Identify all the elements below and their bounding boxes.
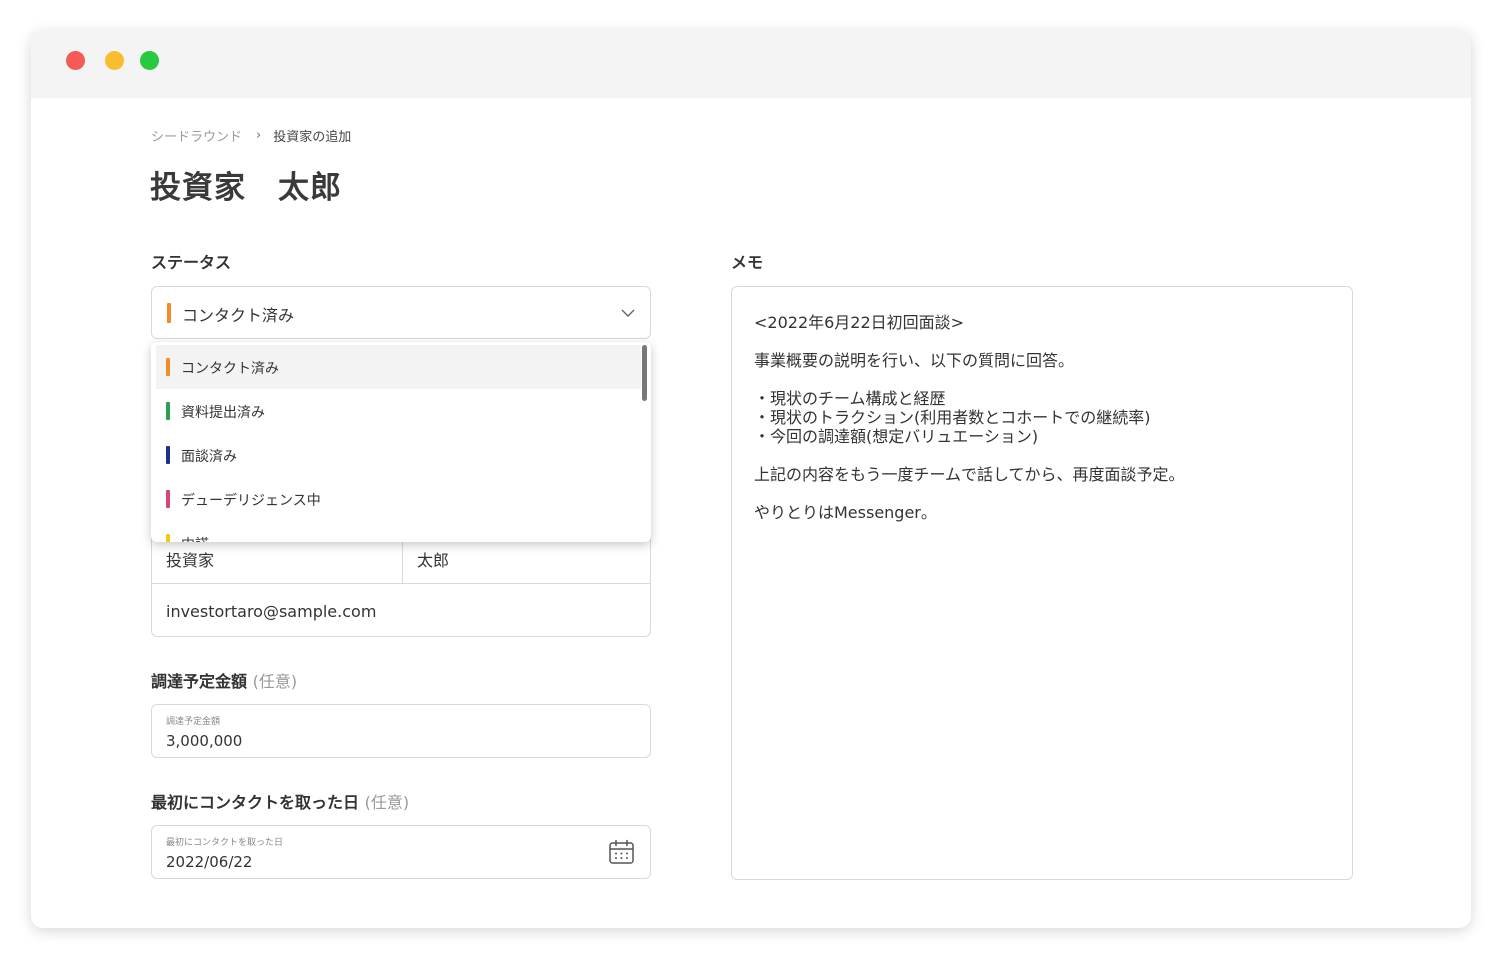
- first-contact-date-value: 2022/06/22: [166, 853, 253, 871]
- status-option-color: [166, 490, 170, 508]
- status-dropdown-menu: コンタクト済み 資料提出済み 面談済み デューデリジェンス中 内諾: [151, 342, 651, 542]
- status-option-due-diligence[interactable]: デューデリジェンス中: [151, 477, 641, 521]
- breadcrumb-current: 投資家の追加: [273, 130, 352, 145]
- amount-label-text: 調達予定金額: [151, 672, 248, 691]
- close-window-button[interactable]: [66, 51, 85, 70]
- row-divider: [152, 583, 650, 584]
- minimize-window-button[interactable]: [105, 51, 124, 70]
- status-label: ステータス: [151, 253, 232, 272]
- maximize-window-button[interactable]: [140, 51, 159, 70]
- breadcrumb: シードラウンド › 投資家の追加: [151, 126, 351, 145]
- status-option-contacted[interactable]: コンタクト済み: [156, 345, 641, 389]
- memo-textarea[interactable]: <2022年6月22日初回面談> 事業概要の説明を行い、以下の質問に回答。 ・現…: [731, 286, 1353, 880]
- amount-value: 3,000,000: [166, 732, 243, 750]
- status-select[interactable]: コンタクト済み: [151, 286, 651, 339]
- status-selected-value: コンタクト済み: [182, 306, 295, 325]
- first-contact-optional-tag: (任意): [364, 793, 410, 812]
- status-option-informal-consent[interactable]: 内諾: [151, 521, 641, 542]
- status-option-color: [166, 446, 170, 464]
- status-option-color: [166, 534, 170, 542]
- first-contact-label: 最初にコンタクトを取った日 (任意): [151, 789, 409, 813]
- status-option-interviewed[interactable]: 面談済み: [151, 433, 641, 477]
- first-contact-float-label: 最初にコンタクトを取った日: [166, 838, 284, 848]
- calendar-icon[interactable]: [608, 839, 635, 866]
- status-option-label: コンタクト済み: [181, 361, 279, 377]
- memo-line: 事業概要の説明を行い、以下の質問に回答。: [754, 351, 1075, 370]
- first-contact-date-input[interactable]: 最初にコンタクトを取った日 2022/06/22: [151, 825, 651, 879]
- memo-line: <2022年6月22日初回面談>: [754, 313, 965, 332]
- status-option-color: [166, 402, 170, 420]
- memo-label: メモ: [731, 253, 764, 272]
- dropdown-scrollbar[interactable]: [642, 345, 647, 401]
- amount-label: 調達予定金額 (任意): [151, 668, 297, 692]
- status-option-label: 内諾: [181, 534, 209, 542]
- amount-optional-tag: (任意): [252, 672, 298, 691]
- status-option-label: 資料提出済み: [181, 405, 265, 421]
- page-title: 投資家 太郎: [150, 170, 342, 206]
- status-option-label: デューデリジェンス中: [181, 493, 321, 509]
- first-contact-label-text: 最初にコンタクトを取った日: [151, 793, 360, 812]
- breadcrumb-parent-link[interactable]: シードラウンド: [151, 126, 242, 145]
- amount-float-label: 調達予定金額: [166, 717, 221, 727]
- last-name-field[interactable]: 投資家: [166, 547, 214, 571]
- memo-line: やりとりはMessenger。: [754, 503, 937, 522]
- title-bar: [31, 30, 1471, 98]
- status-option-materials-submitted[interactable]: 資料提出済み: [151, 389, 641, 433]
- app-window: シードラウンド › 投資家の追加 投資家 太郎 ステータス コンタクト済み コン…: [31, 30, 1471, 928]
- memo-line: 上記の内容をもう一度チームで話してから、再度面談予定。: [754, 465, 1185, 484]
- chevron-down-icon[interactable]: [620, 305, 636, 321]
- memo-line: ・今回の調達額(想定バリュエーション): [754, 427, 1039, 446]
- status-option-color: [166, 358, 170, 376]
- amount-input[interactable]: 調達予定金額 3,000,000: [151, 704, 651, 758]
- status-color-indicator: [167, 303, 171, 323]
- status-option-label: 面談済み: [181, 449, 237, 465]
- first-name-field[interactable]: 太郎: [417, 547, 449, 571]
- breadcrumb-separator-icon: ›: [256, 128, 262, 143]
- email-field[interactable]: investortaro@sample.com: [166, 602, 376, 621]
